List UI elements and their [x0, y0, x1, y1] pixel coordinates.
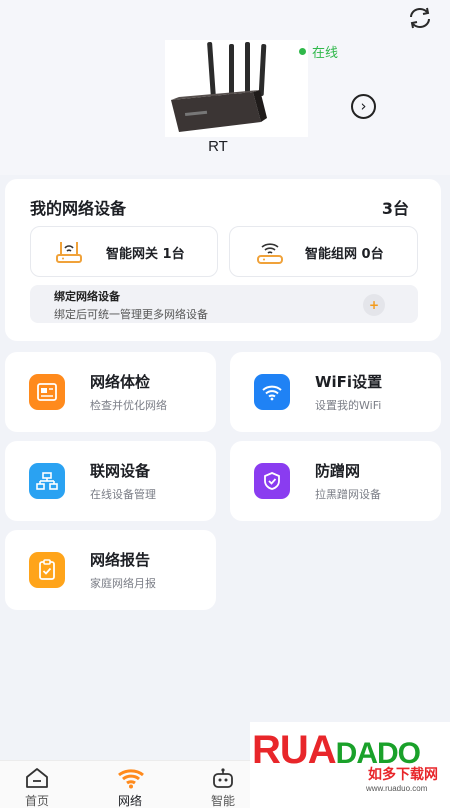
tile-desc: 检查并优化网络: [90, 399, 167, 412]
router-icon: [55, 239, 83, 265]
bind-desc: 绑定后可统一管理更多网络设备: [54, 308, 208, 321]
refresh-icon[interactable]: [405, 4, 435, 32]
tab-smart[interactable]: 智能: [188, 761, 258, 808]
gateway-entry[interactable]: 智能网关 1台: [30, 226, 218, 277]
tile-title: 网络报告: [90, 551, 151, 569]
device-header: 在线 › RT: [0, 0, 450, 175]
status-text: 在线: [312, 45, 339, 60]
gateway-label: 智能网关 1台: [106, 247, 185, 262]
tile-title: 联网设备: [90, 462, 151, 480]
tile-connected-devices[interactable]: 联网设备 在线设备管理: [5, 441, 216, 521]
tile-network-checkup[interactable]: 网络体检 检查并优化网络: [5, 352, 216, 432]
network-devices-icon: [29, 463, 65, 499]
mesh-router-icon: [256, 239, 284, 265]
bottom-tab-bar: 首页 网络 智能: [0, 760, 250, 808]
checkup-icon: [29, 374, 65, 410]
router-image: [165, 40, 308, 137]
wifi-icon: [254, 374, 290, 410]
tile-desc: 家庭网络月报: [90, 577, 156, 590]
tab-network[interactable]: 网络: [95, 761, 165, 808]
tile-title: 防蹭网: [315, 462, 361, 480]
bind-title: 绑定网络设备: [54, 290, 120, 303]
device-name: RT: [208, 138, 228, 155]
chevron-right-circle-icon[interactable]: ›: [351, 94, 376, 119]
tab-label: 网络: [117, 794, 142, 808]
home-icon: [25, 767, 49, 789]
mesh-label: 智能组网 0台: [305, 247, 384, 262]
tile-desc: 在线设备管理: [90, 488, 156, 501]
tile-wifi-settings[interactable]: WiFi设置 设置我的WiFi: [230, 352, 441, 432]
tab-label: 首页: [24, 794, 49, 808]
bind-device-banner[interactable]: 绑定网络设备 绑定后可统一管理更多网络设备 +: [30, 285, 418, 323]
my-devices-card: 我的网络设备 3台 智能网关 1台 智能组网 0台 绑定网络设备 绑定后可统一管…: [5, 179, 441, 341]
my-devices-count: 3台: [381, 199, 409, 218]
shield-icon: [254, 463, 290, 499]
tile-anti-leech[interactable]: 防蹭网 拉黑蹭网设备: [230, 441, 441, 521]
wifi-tab-icon: [118, 767, 144, 789]
my-devices-title: 我的网络设备: [30, 199, 127, 218]
tab-label: 智能: [210, 794, 235, 808]
tile-title: 网络体检: [90, 373, 151, 391]
report-icon: [29, 552, 65, 588]
watermark-url: www.ruaduo.com: [366, 784, 428, 793]
watermark-cn: 如多下载网: [368, 767, 438, 783]
mesh-entry[interactable]: 智能组网 0台: [229, 226, 418, 277]
online-status: 在线: [299, 42, 338, 61]
watermark-logo: RUADADO 如多下载网 www.ruaduo.com: [250, 722, 450, 808]
status-dot: [299, 48, 306, 55]
tile-desc: 设置我的WiFi: [315, 399, 382, 412]
tile-desc: 拉黑蹭网设备: [315, 488, 381, 501]
tab-home[interactable]: 首页: [2, 761, 72, 808]
tile-title: WiFi设置: [315, 373, 383, 391]
plus-icon[interactable]: +: [363, 294, 385, 316]
robot-icon: [211, 767, 235, 789]
tile-network-report[interactable]: 网络报告 家庭网络月报: [5, 530, 216, 610]
